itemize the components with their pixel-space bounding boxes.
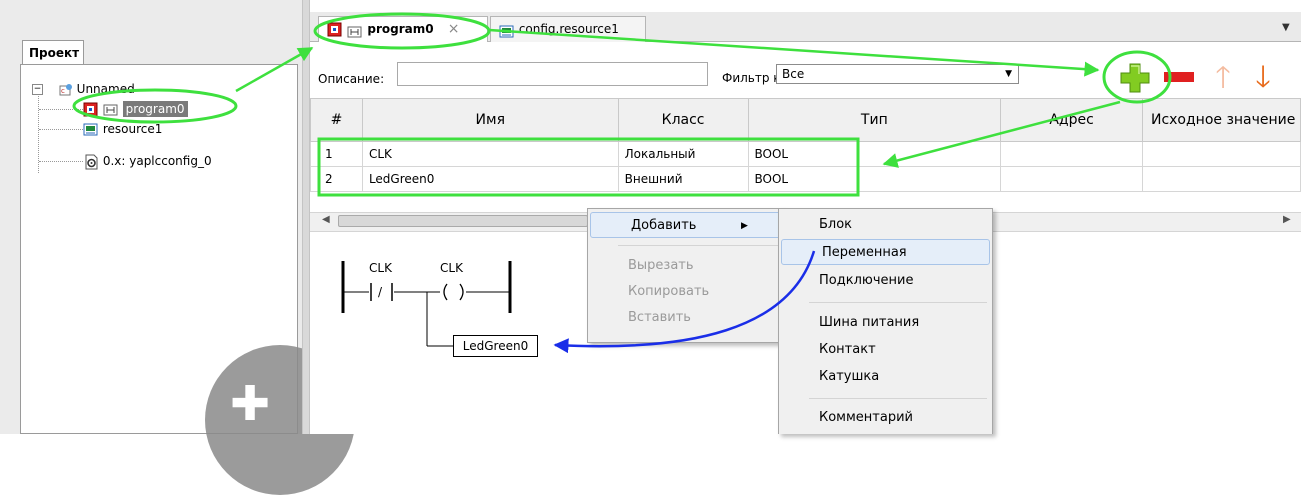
annotation-arrow bbox=[882, 100, 1121, 168]
highlight-ellipse bbox=[313, 12, 491, 50]
highlight-ellipse bbox=[1102, 50, 1172, 104]
annotation-overlay bbox=[72, 12, 1172, 354]
annotation-arrow bbox=[488, 28, 1100, 77]
annotation-arrow bbox=[553, 250, 816, 354]
highlight-ellipse bbox=[72, 88, 238, 124]
highlight-box bbox=[317, 137, 860, 197]
annotation-arrow bbox=[235, 46, 314, 93]
